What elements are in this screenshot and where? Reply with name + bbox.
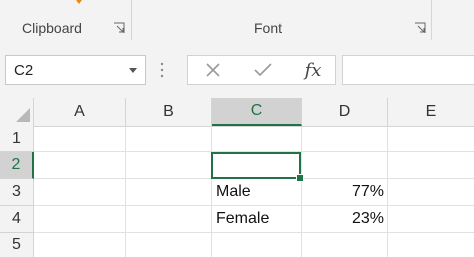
- clipboard-orange-mark-icon: [76, 0, 82, 4]
- row-header-5[interactable]: 5: [0, 233, 34, 257]
- cell-d4[interactable]: 23%: [302, 206, 384, 232]
- formula-bar-row: C2 fx: [0, 44, 474, 98]
- column-header-c[interactable]: C: [212, 98, 302, 126]
- cell-c4[interactable]: Female: [216, 206, 269, 232]
- gridline: [34, 232, 474, 233]
- column-header-b[interactable]: B: [126, 98, 212, 126]
- row-header-3[interactable]: 3: [0, 179, 34, 206]
- x-icon: [206, 63, 220, 77]
- ribbon-divider: [431, 0, 432, 40]
- formula-buttons: fx: [187, 55, 336, 85]
- name-box-value: C2: [14, 62, 34, 79]
- ribbon-divider: [131, 0, 132, 40]
- column-header-d[interactable]: D: [302, 98, 388, 126]
- worksheet-grid: A B C D E 1 2 3 4 5 Male 77% Female 23%: [0, 98, 474, 257]
- row-header-1[interactable]: 1: [0, 126, 34, 152]
- gridline: [387, 126, 388, 257]
- cell-d3[interactable]: 77%: [302, 179, 384, 205]
- gridline: [125, 126, 126, 257]
- column-header-e[interactable]: E: [388, 98, 474, 126]
- enter-button[interactable]: [244, 56, 282, 84]
- cancel-button[interactable]: [194, 56, 232, 84]
- formula-bar-grip-icon[interactable]: [160, 61, 164, 79]
- ribbon-group-clipboard-label: Clipboard: [22, 20, 82, 36]
- gridline: [211, 126, 212, 257]
- active-cell-c2[interactable]: [211, 152, 301, 179]
- select-all-corner[interactable]: [0, 98, 34, 126]
- name-box[interactable]: C2: [5, 55, 146, 85]
- fill-handle[interactable]: [296, 174, 304, 182]
- cell-c3[interactable]: Male: [216, 179, 251, 205]
- ribbon-group-font-label: Font: [254, 20, 283, 36]
- row-header-4[interactable]: 4: [0, 206, 34, 233]
- check-icon: [254, 63, 272, 77]
- row-header-2[interactable]: 2: [0, 152, 34, 179]
- fx-label: fx: [304, 59, 322, 81]
- font-dialog-launcher-icon[interactable]: [414, 22, 426, 34]
- clipboard-dialog-launcher-icon[interactable]: [113, 22, 125, 34]
- chevron-down-icon[interactable]: [129, 68, 137, 74]
- select-all-triangle-icon: [16, 108, 30, 122]
- column-header-a[interactable]: A: [34, 98, 126, 126]
- formula-input[interactable]: [342, 55, 474, 85]
- ribbon: Clipboard Font: [0, 0, 474, 45]
- insert-function-button[interactable]: fx: [294, 56, 332, 84]
- column-header-row: A B C D E: [0, 98, 474, 127]
